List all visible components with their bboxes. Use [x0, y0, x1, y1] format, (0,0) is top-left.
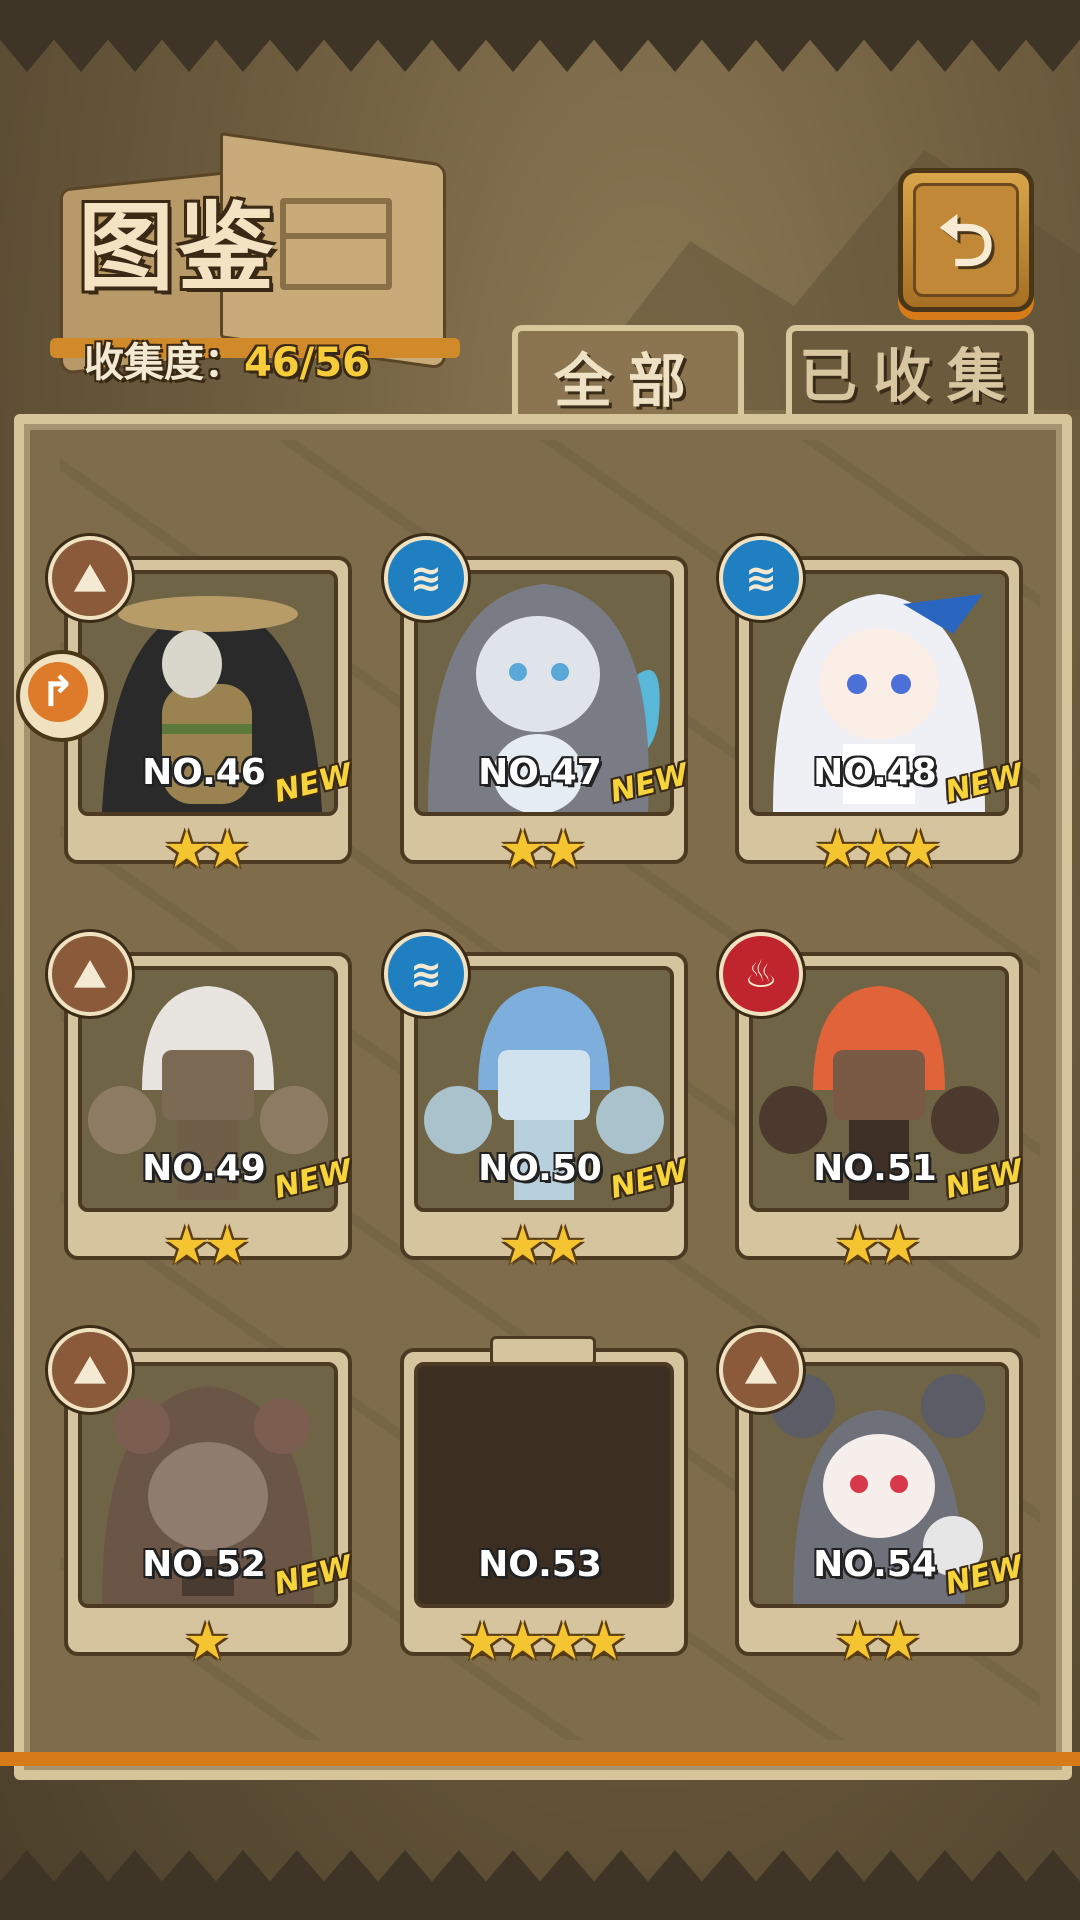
- rarity-stars: ★★: [499, 820, 586, 880]
- water-icon: ≋: [719, 536, 803, 620]
- monster-card-49[interactable]: NO.49 NEW ★★ ⛰: [48, 932, 356, 1272]
- monster-card-46[interactable]: NO.46 NEW ★★ ⛰: [48, 536, 356, 876]
- rarity-stars: ★★★: [814, 820, 942, 880]
- book-window-bar: [280, 233, 390, 239]
- rarity-stars: ★★: [163, 1216, 250, 1276]
- collection-progress: 收集度：46/56: [84, 330, 370, 388]
- page-title: 图鉴: [78, 192, 278, 304]
- monster-card-51[interactable]: NO.51 NEW ★★ ♨: [719, 932, 1027, 1272]
- earth-icon: ⛰: [719, 1328, 803, 1412]
- rarity-stars: ★★: [163, 820, 250, 880]
- side-scroll-button[interactable]: ↱: [16, 650, 108, 742]
- rarity-stars: ★★★★: [458, 1612, 627, 1672]
- back-button[interactable]: ⮌: [898, 168, 1034, 312]
- book-window-decoration: [280, 198, 392, 290]
- rarity-stars: ★★: [834, 1216, 921, 1276]
- hook-arrow-icon: ↱: [28, 662, 88, 722]
- codex-screen: 图鉴 收集度：46/56 ⮌ 全部 已收集 NO.46 NEW ★★ ⛰ NO.…: [0, 0, 1080, 1920]
- monster-card-50[interactable]: NO.50 NEW ★★ ≋: [384, 932, 692, 1272]
- bottom-zigzag-border: [0, 1850, 1080, 1920]
- monster-card-47[interactable]: NO.47 NEW ★★ ≋: [384, 536, 692, 876]
- rarity-stars: ★: [183, 1612, 231, 1672]
- fire-icon: ♨: [719, 932, 803, 1016]
- monster-card-48[interactable]: NO.48 NEW ★★★ ≋: [719, 536, 1027, 876]
- earth-icon: ⛰: [48, 1328, 132, 1412]
- earth-icon: ⛰: [48, 536, 132, 620]
- monster-card-53-locked[interactable]: NO.53 ★★★★: [400, 1336, 688, 1668]
- monster-card-54[interactable]: NO.54 NEW ★★ ⛰: [719, 1328, 1027, 1668]
- collection-value: 46/56: [244, 340, 370, 386]
- rarity-stars: ★★: [834, 1612, 921, 1672]
- return-icon: ⮌: [937, 200, 995, 282]
- panel-bottom-trim: [0, 1752, 1080, 1766]
- rarity-stars: ★★: [499, 1216, 586, 1276]
- top-zigzag-border: [0, 0, 1080, 72]
- collection-label: 收集度：: [84, 340, 244, 386]
- monster-card-52[interactable]: NO.52 NEW ★ ⛰: [48, 1328, 356, 1668]
- water-icon: ≋: [384, 536, 468, 620]
- tab-collected[interactable]: 已收集: [786, 325, 1034, 421]
- water-icon: ≋: [384, 932, 468, 1016]
- card-number: NO.53: [478, 1544, 602, 1585]
- earth-icon: ⛰: [48, 932, 132, 1016]
